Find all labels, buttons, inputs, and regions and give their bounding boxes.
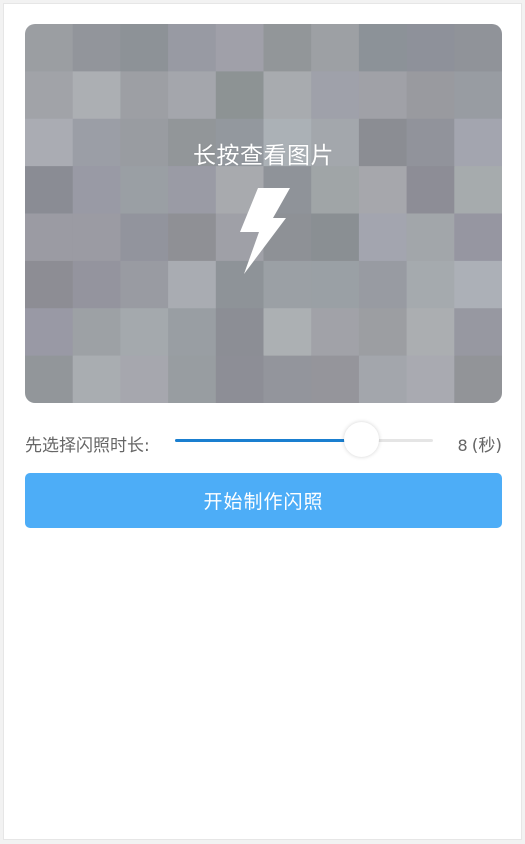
mosaic-tile bbox=[168, 24, 217, 72]
duration-value: 8 (秒) bbox=[458, 431, 502, 456]
mosaic-tile bbox=[454, 24, 502, 72]
mosaic-tile bbox=[358, 260, 408, 309]
mosaic-tile bbox=[358, 71, 408, 120]
mosaic-tile bbox=[454, 71, 502, 120]
duration-label: 先选择闪照时长: bbox=[25, 436, 150, 456]
mosaic-tile bbox=[215, 71, 265, 120]
mosaic-tile bbox=[120, 71, 169, 120]
mosaic-tile bbox=[358, 24, 408, 72]
duration-slider-row: 先选择闪照时长: 8 (秒) bbox=[25, 422, 502, 464]
mosaic-tile bbox=[25, 355, 74, 403]
mosaic-tile bbox=[454, 355, 502, 403]
mosaic-tile bbox=[311, 260, 360, 309]
mosaic-tile bbox=[454, 260, 502, 309]
mosaic-tile bbox=[120, 260, 169, 309]
long-press-hint: 长按查看图片 bbox=[193, 143, 334, 169]
mosaic-tile bbox=[168, 71, 217, 120]
mosaic-tile bbox=[72, 166, 121, 215]
mosaic-tile bbox=[25, 308, 74, 357]
mosaic-tile bbox=[406, 166, 455, 215]
mosaic-tile bbox=[311, 24, 360, 72]
mosaic-tile bbox=[168, 355, 217, 403]
mosaic-tile bbox=[72, 260, 121, 309]
app-frame: 长按查看图片 先选择闪照时长: 8 (秒) 开始制作闪照 bbox=[3, 3, 522, 840]
mosaic-tile bbox=[358, 166, 408, 215]
duration-unit: (秒) bbox=[471, 436, 502, 456]
mosaic-tile bbox=[168, 308, 217, 357]
start-flash-photo-button[interactable]: 开始制作闪照 bbox=[25, 473, 502, 528]
mosaic-tile bbox=[25, 213, 74, 262]
duration-slider-fill bbox=[175, 439, 361, 442]
mosaic-tile bbox=[454, 166, 502, 215]
mosaic-tile bbox=[72, 71, 121, 120]
mosaic-tile bbox=[25, 71, 74, 120]
mosaic-tile bbox=[120, 166, 169, 215]
mosaic-tile bbox=[72, 213, 121, 262]
mosaic-tile bbox=[25, 24, 74, 72]
mosaic-tile bbox=[406, 308, 455, 357]
lightning-bolt-icon bbox=[240, 188, 290, 274]
mosaic-tile bbox=[311, 355, 360, 403]
mosaic-tile bbox=[358, 308, 408, 357]
mosaic-tile bbox=[358, 213, 408, 262]
mosaic-tile bbox=[120, 308, 169, 357]
duration-number: 8 bbox=[457, 436, 468, 455]
mosaic-tile bbox=[120, 355, 169, 403]
mosaic-tile bbox=[406, 355, 455, 403]
mosaic-tile bbox=[263, 71, 312, 120]
mosaic-tile bbox=[406, 260, 455, 309]
mosaic-tile bbox=[406, 71, 455, 120]
duration-slider-track[interactable] bbox=[175, 422, 433, 457]
mosaic-tile bbox=[215, 308, 265, 357]
mosaic-tile bbox=[406, 24, 455, 72]
mosaic-tile bbox=[263, 355, 312, 403]
mosaic-tile bbox=[72, 355, 121, 403]
mosaic-tile bbox=[454, 308, 502, 357]
mosaic-tile bbox=[311, 213, 360, 262]
mosaic-tile bbox=[168, 260, 217, 309]
mosaic-tile bbox=[120, 24, 169, 72]
mosaic-tile bbox=[25, 260, 74, 309]
mosaic-tile bbox=[215, 355, 265, 403]
mosaic-tile bbox=[263, 24, 312, 72]
mosaic-tile bbox=[72, 308, 121, 357]
mosaic-tile bbox=[406, 213, 455, 262]
mosaic-tile bbox=[72, 24, 121, 72]
mosaic-tile bbox=[168, 166, 217, 215]
mosaic-tile bbox=[120, 213, 169, 262]
mosaic-tile bbox=[215, 24, 265, 72]
mosaic-tile bbox=[311, 166, 360, 215]
mosaic-tile bbox=[25, 166, 74, 215]
mosaic-tile bbox=[311, 71, 360, 120]
mosaic-tile bbox=[168, 213, 217, 262]
flash-photo-preview[interactable]: 长按查看图片 bbox=[25, 24, 502, 403]
mosaic-tile bbox=[263, 308, 312, 357]
mosaic-tile bbox=[358, 355, 408, 403]
mosaic-tile bbox=[454, 213, 502, 262]
duration-slider-thumb[interactable] bbox=[343, 422, 379, 457]
mosaic-tile bbox=[311, 308, 360, 357]
